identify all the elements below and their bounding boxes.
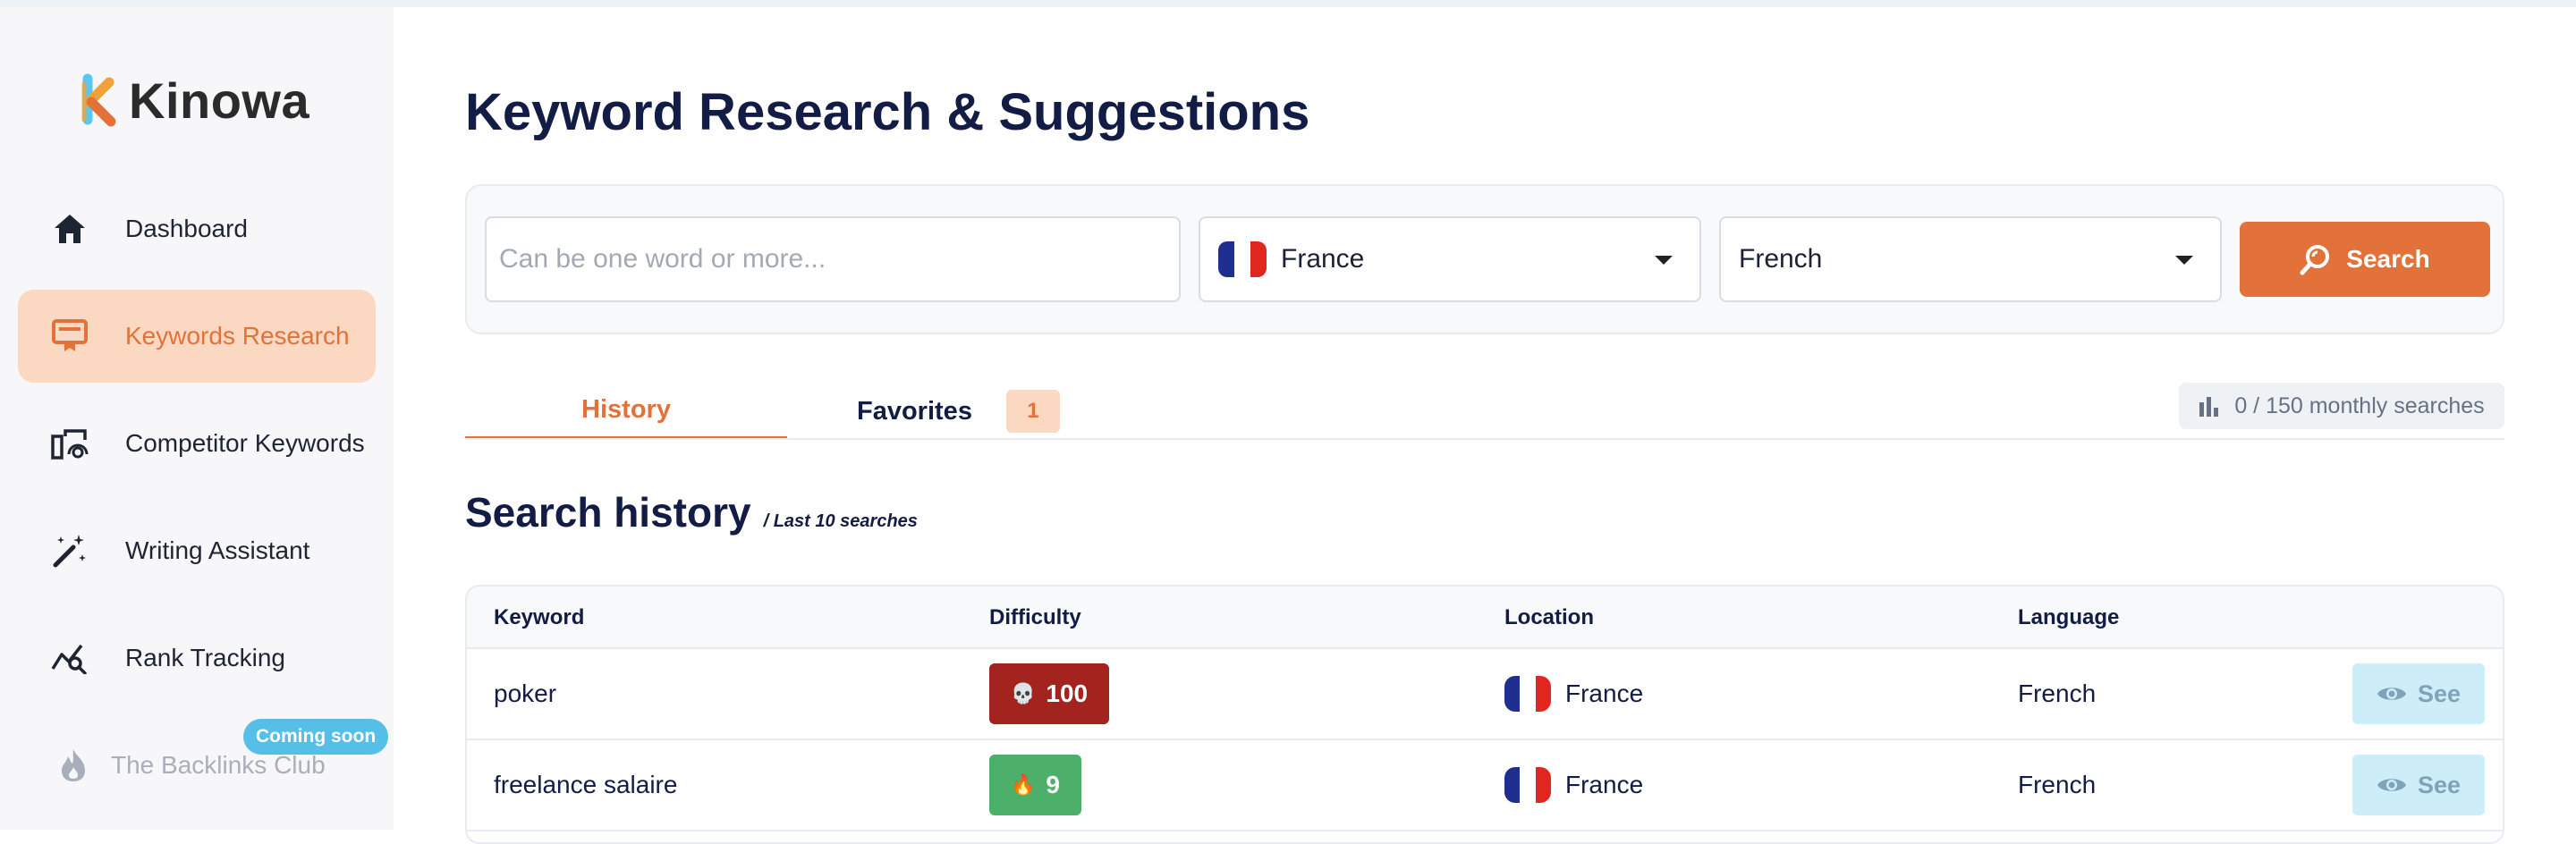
language-cell: French <box>2018 771 2097 798</box>
column-header-keyword: Keyword <box>494 605 585 629</box>
country-select[interactable]: France <box>1199 216 1701 302</box>
sidebar-item-label: Competitor Keywords <box>125 429 365 457</box>
chevron-down-icon <box>2175 256 2193 265</box>
difficulty-badge: 💀 100 <box>989 663 1110 724</box>
keyword-cell: freelance salaire <box>494 771 678 798</box>
kinowa-logo-icon <box>79 73 125 129</box>
france-flag-icon <box>1504 767 1551 803</box>
table-row: poker 💀 100 France French See <box>467 649 2503 740</box>
sidebar-item-label: Keywords Research <box>125 322 350 350</box>
location-cell: France <box>1504 740 1643 830</box>
search-panel: Can be one word or more... France French… <box>465 184 2504 334</box>
eye-icon <box>2377 779 2406 791</box>
language-cell: French <box>2018 679 2097 707</box>
sidebar-item-dashboard[interactable]: Dashboard <box>18 182 376 275</box>
keyword-input-placeholder: Can be one word or more... <box>499 244 826 274</box>
sidebar-item-rank-tracking[interactable]: Rank Tracking <box>18 612 376 705</box>
see-button[interactable]: See <box>2352 663 2485 724</box>
see-button[interactable]: See <box>2352 755 2485 815</box>
keyword-input[interactable]: Can be one word or more... <box>485 216 1181 302</box>
difficulty-cell: 💀 100 <box>989 649 1110 738</box>
search-history-table: Keyword Difficulty Location Language pok… <box>465 585 2504 844</box>
sidebar-item-competitor-keywords[interactable]: Competitor Keywords <box>18 397 376 490</box>
france-flag-icon <box>1504 676 1551 712</box>
column-header-location: Location <box>1504 605 1594 629</box>
table-header: Keyword Difficulty Location Language <box>467 587 2503 649</box>
eye-icon <box>2377 688 2406 700</box>
bar-chart-icon <box>2199 397 2219 417</box>
difficulty-value: 100 <box>1046 679 1089 707</box>
sidebar: Kinowa Dashboard Keywords Research Compe… <box>0 7 394 830</box>
see-button-label: See <box>2417 771 2462 798</box>
tab-history-label: History <box>581 394 671 424</box>
logo[interactable]: Kinowa <box>79 72 309 130</box>
quota-text: 0 / 150 monthly searches <box>2234 392 2485 418</box>
home-icon <box>50 209 89 249</box>
location-value: France <box>1565 771 1644 798</box>
search-history-heading: Search history / Last 10 searches <box>465 488 918 536</box>
column-header-difficulty: Difficulty <box>989 605 1081 629</box>
main-content: Keyword Research & Suggestions Can be on… <box>394 7 2576 844</box>
country-select-value: France <box>1281 244 1365 274</box>
search-button[interactable]: Search <box>2240 222 2490 297</box>
france-flag-icon <box>1218 241 1267 277</box>
favorites-count-badge: 1 <box>1005 390 1060 433</box>
sidebar-item-keywords-research[interactable]: Keywords Research <box>18 290 376 383</box>
fire-icon <box>54 746 93 785</box>
tab-favorites-label: Favorites <box>857 396 972 426</box>
column-header-language: Language <box>2018 605 2120 629</box>
skull-icon: 💀 <box>1011 682 1036 705</box>
rank-tracking-icon <box>50 638 89 678</box>
monthly-searches-quota: 0 / 150 monthly searches <box>2179 383 2504 429</box>
sidebar-item-label: The Backlinks Club <box>111 751 326 779</box>
language-select[interactable]: French <box>1719 216 2222 302</box>
tab-history[interactable]: History <box>465 383 787 440</box>
sidebar-item-writing-assistant[interactable]: Writing Assistant <box>18 504 376 597</box>
difficulty-badge: 🔥 9 <box>989 755 1081 815</box>
app-name: Kinowa <box>129 72 310 129</box>
keyword-cell: poker <box>494 679 557 707</box>
magic-wand-icon <box>50 531 89 570</box>
sidebar-item-label: Rank Tracking <box>125 644 285 671</box>
sidebar-item-label: Dashboard <box>125 215 248 242</box>
language-select-value: French <box>1739 244 1823 274</box>
search-history-subtitle: / Last 10 searches <box>763 511 918 531</box>
search-history-title: Search history <box>465 489 751 536</box>
tab-favorites[interactable]: Favorites 1 <box>814 383 1091 440</box>
page-title: Keyword Research & Suggestions <box>465 83 1310 141</box>
difficulty-value: 9 <box>1046 771 1060 798</box>
search-icon <box>2300 245 2330 275</box>
search-button-label: Search <box>2346 245 2430 273</box>
coming-soon-badge: Coming soon <box>243 719 389 755</box>
table-row: freelance salaire 🔥 9 France French See <box>467 740 2503 831</box>
top-border <box>0 0 2576 7</box>
fire-icon: 🔥 <box>1011 773 1036 796</box>
competitor-icon <box>50 424 89 463</box>
difficulty-cell: 🔥 9 <box>989 740 1081 830</box>
keywords-research-icon <box>50 316 89 356</box>
location-cell: France <box>1504 649 1643 738</box>
location-value: France <box>1565 679 1644 707</box>
tabs-divider <box>465 438 2504 440</box>
chevron-down-icon <box>1655 256 1673 265</box>
sidebar-item-label: Writing Assistant <box>125 536 310 564</box>
see-button-label: See <box>2417 679 2462 707</box>
